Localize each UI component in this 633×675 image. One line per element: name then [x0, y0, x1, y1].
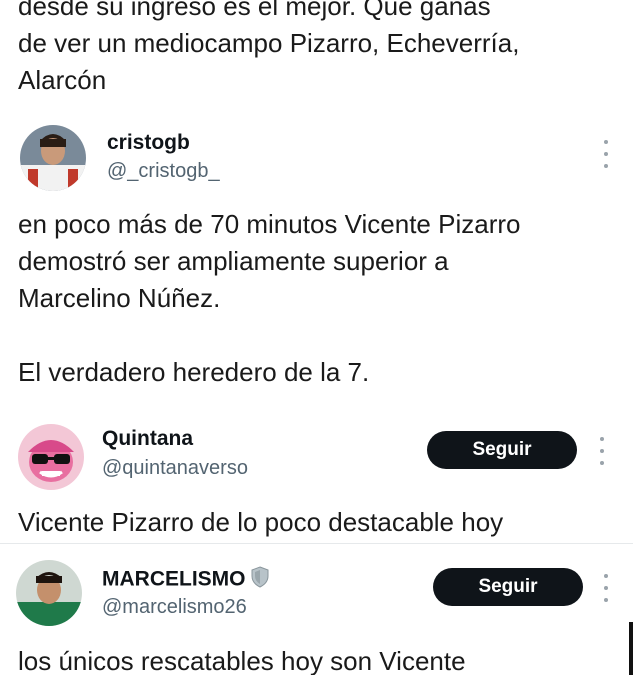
handle-cristogb[interactable]: @_cristogb_	[107, 160, 220, 183]
tweet-text-cristogb: en poco más de 70 minutos Vicente Pizarr…	[18, 209, 521, 387]
avatar-quintana[interactable]	[18, 424, 84, 490]
follow-button-quintana[interactable]: Seguir	[427, 431, 577, 469]
divider	[0, 543, 633, 544]
scrollbar[interactable]	[629, 622, 633, 675]
display-name-cristogb[interactable]: cristogb	[107, 131, 190, 155]
handle-marcelismo[interactable]: @marcelismo26	[102, 596, 247, 619]
shield-icon	[250, 566, 270, 594]
feed: desde su ingreso es el mejor. Que ganas …	[0, 0, 633, 675]
tweet-text-partial: desde su ingreso es el mejor. Que ganas …	[18, 0, 520, 95]
handle-quintana[interactable]: @quintanaverso	[102, 457, 248, 480]
display-name-marcelismo[interactable]: MARCELISMO	[102, 566, 270, 594]
display-name-quintana[interactable]: Quintana	[102, 427, 193, 451]
tweet-text-quintana: Vicente Pizarro de lo poco destacable ho…	[18, 507, 504, 537]
more-vertical-icon[interactable]	[598, 437, 606, 465]
avatar-cristogb[interactable]	[20, 125, 86, 191]
more-vertical-icon[interactable]	[602, 140, 610, 168]
follow-button-marcelismo[interactable]: Seguir	[433, 568, 583, 606]
more-vertical-icon[interactable]	[602, 574, 610, 602]
tweet-text-marcelismo: los únicos rescatables hoy son Vicente	[18, 646, 466, 675]
display-name-text: MARCELISMO	[102, 567, 246, 591]
avatar-marcelismo[interactable]	[16, 560, 82, 626]
